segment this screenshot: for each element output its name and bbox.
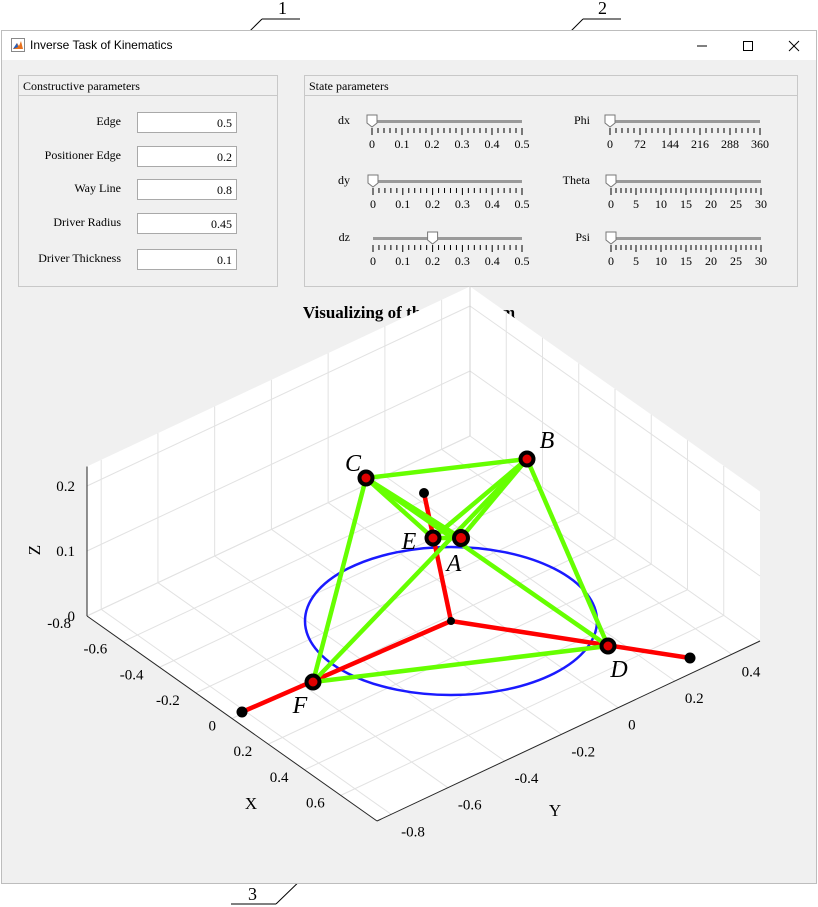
point-label-b: B [540,428,555,454]
y-axis-label: Y [549,801,561,820]
y-tick-label: 0.2 [685,691,704,707]
y-tick-label: 0 [628,718,636,734]
y-tick-label: -0.8 [401,824,425,840]
x-tick-label: 0.4 [270,770,289,786]
joint-f-end [236,706,248,718]
x-tick-label: 0 [209,719,217,735]
x-axis-label: X [245,794,257,813]
app-window: Inverse Task of Kinematics Constructive … [1,30,817,884]
z-axis-label: Z [25,545,44,555]
joint-f [304,673,322,691]
point-label-d: D [609,657,627,683]
joint-d [599,637,617,655]
joint-e-top [419,488,429,498]
x-tick-label: -0.2 [156,693,180,709]
x-tick-label: 0.2 [234,744,253,760]
joint-b [518,450,536,468]
callout-2: 2 [598,0,607,18]
z-tick-label: 0.2 [56,479,75,495]
x-tick-label: -0.4 [120,667,144,683]
mechanism-plot[interactable]: -0.8-0.6-0.4-0.200.20.40.6-0.8-0.6-0.4-0… [2,31,816,883]
callout-3: 3 [248,884,257,904]
hub-joint [447,617,455,625]
y-tick-label: -0.2 [571,744,595,760]
y-tick-label: -0.6 [458,798,482,814]
y-tick-label: -0.4 [515,771,539,787]
joint-c [357,469,375,487]
x-tick-label: -0.6 [84,642,108,658]
z-tick-label: 0.1 [56,544,75,560]
z-tick-label: 0 [68,609,76,625]
y-tick-label: 0.4 [742,664,761,680]
point-label-a: A [445,551,462,577]
joint-e [424,529,442,547]
callout-1: 1 [278,0,287,18]
point-label-c: C [345,451,362,477]
point-label-e: E [401,529,417,555]
axes-panes [87,286,760,821]
x-tick-label: 0.6 [306,795,325,811]
joint-d-end [684,652,696,664]
point-label-f: F [292,693,308,719]
joint-a [452,529,470,547]
